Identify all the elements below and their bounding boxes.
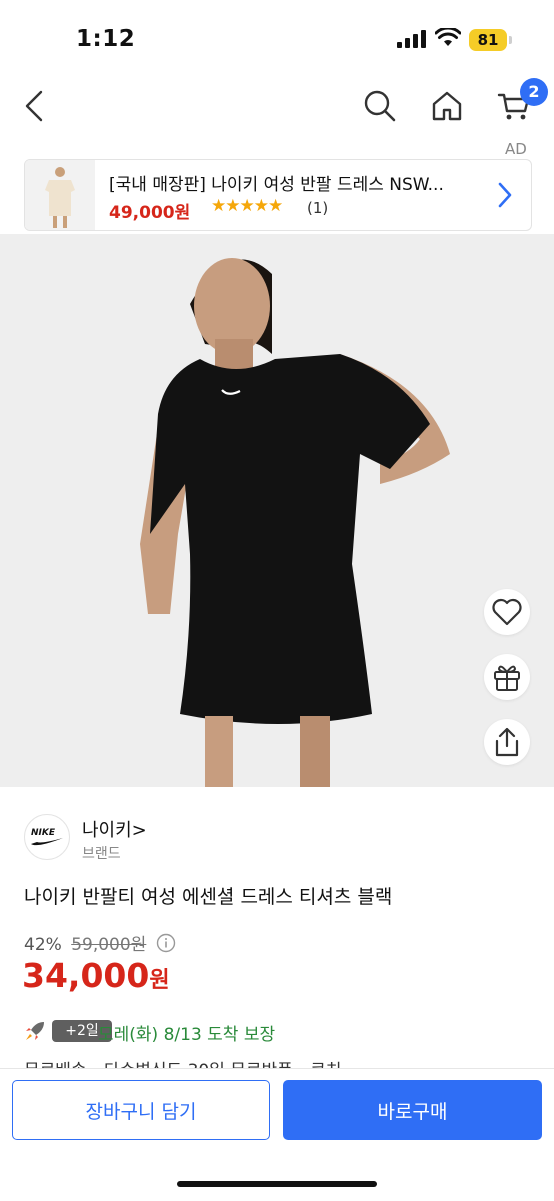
bottom-action-bar: 장바구니 담기 바로구매: [0, 1068, 554, 1201]
search-button[interactable]: [358, 84, 402, 128]
home-icon: [432, 91, 462, 121]
ad-thumbnail: [25, 160, 95, 230]
brand-name[interactable]: 나이키>: [82, 816, 147, 842]
share-icon: [495, 727, 519, 757]
sale-price: 34,000원: [22, 956, 170, 995]
discount-row: 42% 59,000원: [24, 930, 176, 955]
add-to-cart-button[interactable]: 장바구니 담기: [12, 1080, 270, 1140]
delivery-guarantee-text: 모레(화) 8/13 도착 보장: [98, 1025, 276, 1045]
chevron-left-icon: [25, 90, 43, 122]
ad-rating-count: (1): [307, 199, 329, 217]
home-indicator[interactable]: [177, 1181, 377, 1187]
sale-price-unit: 원: [149, 968, 170, 993]
rocket-icon: [26, 1022, 44, 1040]
home-button[interactable]: [425, 84, 469, 128]
nike-logo-icon: NIKE: [31, 828, 63, 846]
top-nav-bar: [0, 76, 554, 136]
battery-indicator: 81: [469, 29, 507, 51]
status-time: 1:12: [76, 26, 136, 52]
ad-price: 49,000원: [109, 203, 191, 223]
wishlist-button[interactable]: [484, 589, 530, 635]
search-icon: [364, 90, 396, 122]
gift-button[interactable]: [484, 654, 530, 700]
status-bar: 1:12 81: [0, 0, 554, 76]
back-button[interactable]: [16, 86, 52, 126]
chevron-right-icon: [498, 182, 512, 208]
product-photo: [0, 234, 554, 787]
ad-banner[interactable]: [국내 매장판] 나이키 여성 반팔 드레스 NSW... 49,000원 ★★…: [24, 159, 532, 231]
brand-logo: NIKE: [24, 814, 70, 860]
ad-label: AD: [505, 140, 527, 158]
product-title: 나이키 반팔티 여성 에센셜 드레스 티셔츠 블랙: [24, 886, 393, 908]
signal-icon: [397, 30, 426, 48]
gift-icon: [494, 665, 520, 691]
cart-count-badge: 2: [520, 78, 548, 106]
battery-tip: [509, 36, 512, 44]
buy-now-button[interactable]: 바로구매: [283, 1080, 542, 1140]
product-image[interactable]: [0, 234, 554, 787]
brand-logo-text: NIKE: [31, 828, 56, 838]
ad-rating-stars: ★★★★★: [211, 196, 283, 216]
discount-rate: 42%: [24, 935, 62, 955]
info-icon[interactable]: [156, 933, 176, 953]
wifi-icon: [435, 28, 461, 46]
ad-title: [국내 매장판] 나이키 여성 반팔 드레스 NSW...: [109, 175, 444, 195]
sale-price-value: 34,000: [22, 956, 150, 995]
heart-icon: [492, 598, 522, 626]
brand-subtitle: 브랜드: [82, 846, 121, 862]
original-price: 59,000원: [71, 935, 147, 955]
share-button[interactable]: [484, 719, 530, 765]
